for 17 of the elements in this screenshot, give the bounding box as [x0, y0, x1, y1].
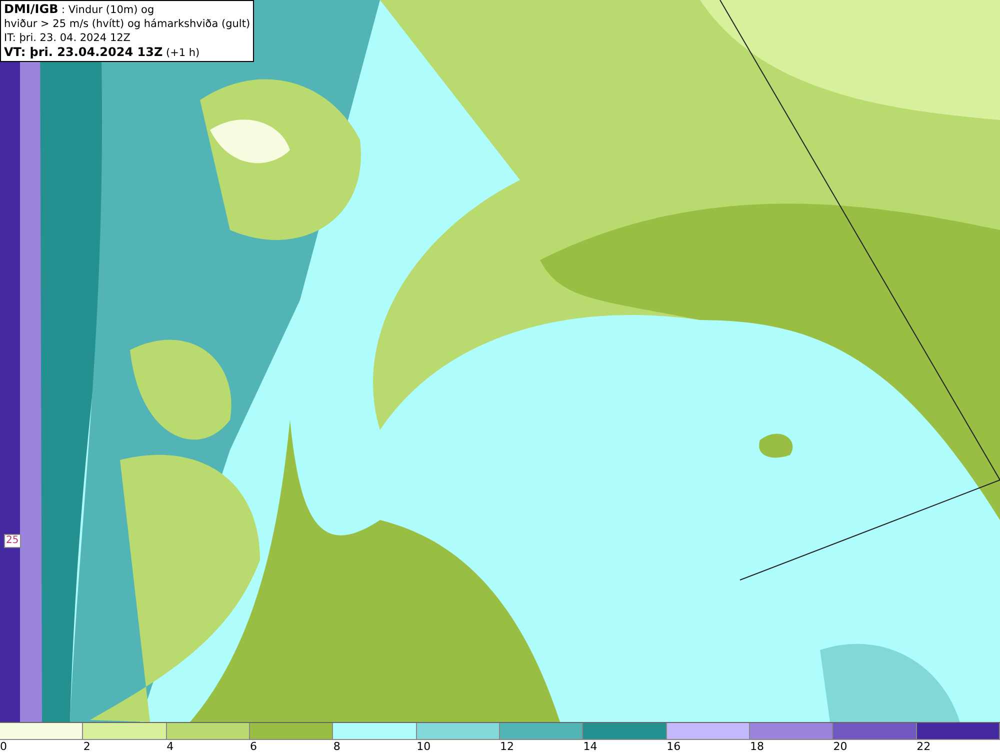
legend-label: 6	[250, 740, 257, 753]
legend-label: 20	[833, 740, 848, 753]
legend-label: 14	[583, 740, 598, 753]
legend-label: 18	[750, 740, 764, 753]
legend-label: 4	[166, 740, 174, 753]
header-line: hviður > 25 m/s (hvítt) og hámarkshviða (gult)	[4, 17, 250, 31]
header-line: IT: þri. 23. 04. 2024 12Z	[4, 31, 132, 45]
legend-label: 16	[666, 740, 681, 753]
legend-label: 2	[83, 740, 90, 753]
legend-label: 12	[500, 740, 514, 753]
contour-label: 25	[4, 534, 21, 548]
legend-label: 0	[0, 740, 7, 753]
legend-label: 8	[333, 740, 340, 753]
legend-label: 22	[916, 740, 931, 753]
header-line: DMI/IGB : Vindur (10m) og	[4, 2, 156, 17]
legend-label: 10	[416, 740, 431, 753]
header-line: VT: þri. 23.04.2024 13Z (+1 h)	[4, 45, 201, 60]
